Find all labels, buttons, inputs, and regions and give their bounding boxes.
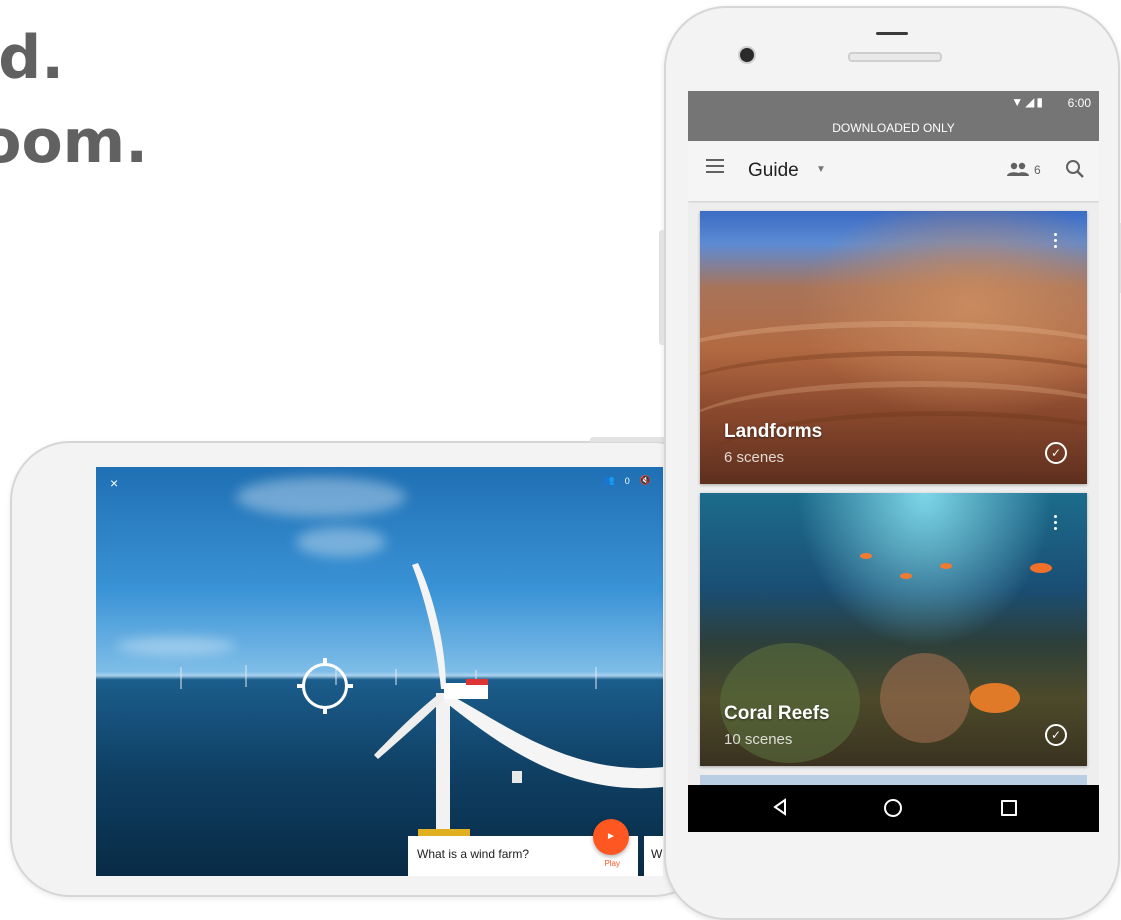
close-icon[interactable]: × xyxy=(110,475,118,491)
more-options-icon[interactable] xyxy=(1054,515,1057,533)
scene-count: 6 scenes xyxy=(724,449,785,466)
viewer-status: 👥 0 🔇 xyxy=(604,475,651,486)
signal-battery-icons: ▼◢▮ xyxy=(1011,95,1045,109)
tour-name: Coral Reefs xyxy=(724,703,830,724)
phone-button xyxy=(659,230,664,345)
mute-icon[interactable]: 🔇 xyxy=(640,475,651,486)
search-icon[interactable] xyxy=(1064,158,1086,180)
next-question-text: Wh xyxy=(651,847,663,861)
tour-card-landforms[interactable]: Landforms 6 scenes ✓ xyxy=(700,211,1087,484)
home-icon[interactable] xyxy=(884,799,902,817)
vr-scene-viewer[interactable]: × 👥 0 🔇 What is a wind farm? Play ► Wh xyxy=(96,467,663,876)
recent-apps-icon[interactable] xyxy=(1001,800,1017,816)
people-count: 0 xyxy=(624,475,630,486)
people-icon[interactable] xyxy=(1006,162,1030,176)
headline-line-2: oom. xyxy=(0,107,148,177)
point-of-interest-reticle[interactable] xyxy=(297,658,353,714)
app-bar: Guide ▼ 6 xyxy=(688,141,1099,201)
next-question-card[interactable]: Wh xyxy=(644,836,663,876)
page-title[interactable]: Guide xyxy=(748,160,799,182)
guide-app-screen: ▼◢▮ 6:00 DOWNLOADED ONLY Guide ▼ 6 Landf… xyxy=(688,91,1099,832)
tour-card-coral-reefs[interactable]: Coral Reefs 10 scenes ✓ xyxy=(700,493,1087,766)
play-label: Play xyxy=(604,859,620,868)
downloaded-only-banner: DOWNLOADED ONLY xyxy=(832,121,955,135)
downloaded-check-icon: ✓ xyxy=(1045,442,1067,464)
phone-button xyxy=(590,437,670,442)
headline-line-1: ld. xyxy=(0,23,64,93)
people-icon: 👥 xyxy=(603,475,615,485)
play-button[interactable]: ► xyxy=(593,819,629,855)
system-nav-bar xyxy=(688,785,1099,832)
more-options-icon[interactable] xyxy=(1054,233,1057,251)
speaker-grille xyxy=(848,52,942,62)
downloaded-check-icon: ✓ xyxy=(1045,724,1067,746)
question-text: What is a wind farm? xyxy=(417,847,530,861)
participant-count: 6 xyxy=(1034,163,1041,177)
scene-count: 10 scenes xyxy=(724,731,793,748)
tour-name: Landforms xyxy=(724,421,823,442)
wind-turbine-scene xyxy=(180,563,663,837)
phone-sensor xyxy=(876,32,908,35)
dropdown-caret-icon[interactable]: ▼ xyxy=(816,164,826,175)
menu-icon[interactable] xyxy=(706,159,724,173)
camera-icon xyxy=(738,46,756,64)
back-icon[interactable] xyxy=(772,798,788,816)
status-bar: ▼◢▮ 6:00 DOWNLOADED ONLY xyxy=(688,91,1099,141)
status-time: 6:00 xyxy=(1067,96,1091,110)
